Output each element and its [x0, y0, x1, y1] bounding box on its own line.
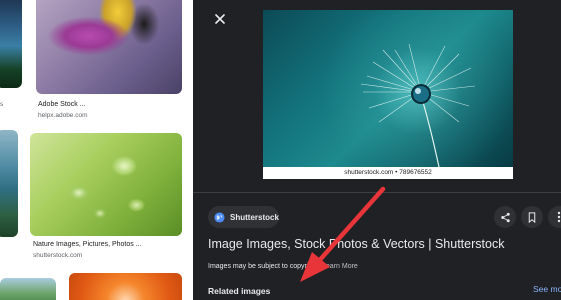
preview-image[interactable]	[263, 10, 513, 168]
more-vert-icon	[557, 211, 561, 223]
divider	[193, 192, 561, 193]
see-more-link[interactable]: See mo	[533, 284, 561, 294]
close-button[interactable]	[211, 10, 229, 28]
bookmark-icon	[528, 211, 536, 223]
result-title[interactable]: Nature Images, Pictures, Photos ...	[33, 241, 142, 248]
copyright-notice: Images may be subject to copyright. Lear…	[208, 263, 358, 270]
related-images-heading: Related images	[208, 286, 271, 296]
dandelion-seed-illustration	[360, 43, 476, 168]
result-thumbnail[interactable]	[69, 273, 182, 300]
result-thumbnail[interactable]	[0, 0, 22, 88]
image-preview-panel: shutterstock.com • 789676552 Shutterstoc…	[193, 0, 561, 300]
close-icon	[215, 14, 225, 24]
learn-more-link[interactable]: Learn More	[322, 263, 358, 270]
result-source: s	[0, 101, 4, 108]
result-title[interactable]: Adobe Stock ...	[38, 101, 85, 108]
source-label: Shutterstock	[230, 212, 279, 222]
image-credit: shutterstock.com • 789676552	[344, 169, 432, 176]
result-thumbnail[interactable]	[0, 278, 56, 300]
results-grid: s Adobe Stock ... helpx.adobe.com Nature…	[0, 0, 193, 300]
preview-image-frame[interactable]: shutterstock.com • 789676552	[263, 10, 513, 179]
page-title-link[interactable]: Image Images, Stock Photos & Vectors | S…	[208, 237, 504, 251]
globe-icon	[214, 211, 225, 223]
result-thumbnail[interactable]	[0, 130, 18, 237]
save-button[interactable]	[521, 206, 543, 228]
share-button[interactable]	[494, 206, 516, 228]
share-icon	[500, 212, 510, 222]
result-source: shutterstock.com	[33, 252, 83, 259]
source-chip[interactable]: Shutterstock	[208, 206, 279, 228]
result-thumbnail[interactable]	[30, 133, 182, 236]
more-options-button[interactable]	[548, 206, 561, 228]
result-thumbnail[interactable]	[36, 0, 182, 94]
copyright-text: Images may be subject to copyright.	[208, 263, 321, 270]
result-source: helpx.adobe.com	[38, 112, 88, 119]
